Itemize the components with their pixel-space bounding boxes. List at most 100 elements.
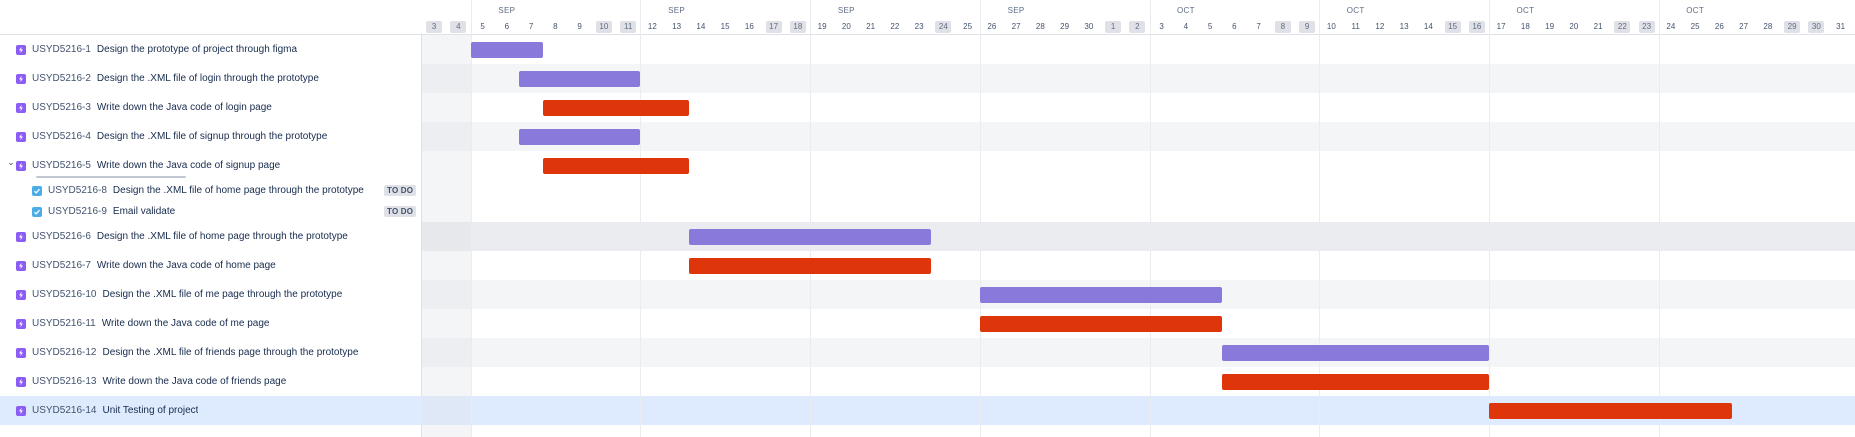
issue-key[interactable]: USYD5216-5 bbox=[32, 160, 91, 171]
epic-lightning-icon bbox=[16, 131, 26, 142]
schedule-bar-red[interactable] bbox=[1222, 373, 1489, 390]
issue-summary: Email validate bbox=[112, 206, 176, 217]
epic-lightning-icon bbox=[16, 102, 26, 113]
issue-summary: Design the .XML file of signup through t… bbox=[96, 131, 328, 142]
schedule-bar-red[interactable] bbox=[688, 257, 932, 274]
day-label: 2 bbox=[1129, 21, 1146, 33]
day-label: 24 bbox=[935, 21, 952, 33]
issue-row[interactable]: USYD5216-7 Write down the Java code of ho… bbox=[0, 251, 422, 280]
issue-summary: Write down the Java code of friends page bbox=[102, 376, 287, 387]
issue-key[interactable]: USYD5216-1 bbox=[32, 44, 91, 55]
issue-key[interactable]: USYD5216-2 bbox=[32, 73, 91, 84]
week-gridline bbox=[1319, 0, 1321, 437]
day-label: 4 bbox=[1183, 22, 1189, 31]
issue-key[interactable]: USYD5216-9 bbox=[48, 206, 107, 217]
day-label: 14 bbox=[696, 22, 706, 31]
day-label: 3 bbox=[426, 21, 443, 33]
epic-lightning-icon bbox=[16, 347, 26, 358]
schedule-bar-red[interactable] bbox=[543, 157, 689, 174]
day-label: 22 bbox=[890, 22, 900, 31]
status-badge[interactable]: TO DO bbox=[384, 185, 417, 196]
issue-row[interactable]: USYD5216-4 Design the .XML file of signup… bbox=[0, 122, 422, 151]
child-progress-bar bbox=[36, 176, 186, 178]
day-label: 7 bbox=[528, 22, 534, 31]
epic-lightning-icon bbox=[16, 160, 26, 171]
day-label: 13 bbox=[672, 22, 682, 31]
schedule-bar-purple[interactable] bbox=[519, 70, 641, 87]
day-label: 19 bbox=[1545, 22, 1555, 31]
issue-row[interactable]: USYD5216-14 Unit Testing of project bbox=[0, 396, 422, 425]
issue-key[interactable]: USYD5216-8 bbox=[48, 185, 107, 196]
week-gridline bbox=[810, 0, 811, 437]
issue-summary: Unit Testing of project bbox=[102, 405, 199, 416]
epic-lightning-icon bbox=[16, 376, 26, 387]
month-label: OCT bbox=[1686, 6, 1705, 15]
issue-list-panel: USYD5216-1 Design the prototype of projec… bbox=[0, 0, 422, 437]
issue-row[interactable]: USYD5216-6 Design the .XML file of home p… bbox=[0, 222, 422, 251]
month-label: SEP bbox=[837, 6, 855, 15]
issue-row[interactable]: USYD5216-11 Write down the Java code of m… bbox=[0, 309, 422, 338]
schedule-bar-purple[interactable] bbox=[979, 286, 1223, 303]
issue-summary: Write down the Java code of signup page bbox=[96, 160, 281, 171]
issue-row[interactable]: USYD5216-12 Design the .XML file of frien… bbox=[0, 338, 422, 367]
day-label: 11 bbox=[620, 21, 637, 33]
issue-summary: Design the .XML file of home page throug… bbox=[112, 185, 364, 196]
task-checkbox-icon bbox=[32, 206, 42, 217]
day-label: 5 bbox=[480, 22, 485, 31]
day-label: 16 bbox=[1468, 21, 1485, 33]
chevron-down-icon[interactable]: ⌄ bbox=[6, 157, 16, 168]
day-label: 29 bbox=[1784, 21, 1801, 33]
day-label: 25 bbox=[1690, 22, 1700, 31]
weekend-shade bbox=[422, 35, 471, 437]
issue-row[interactable]: USYD5216-3 Write down the Java code of lo… bbox=[0, 93, 422, 122]
month-label: SEP bbox=[668, 6, 686, 15]
day-label: 21 bbox=[866, 22, 876, 31]
month-label: OCT bbox=[1346, 6, 1365, 15]
day-label: 27 bbox=[1739, 22, 1749, 31]
day-label: 17 bbox=[1496, 22, 1506, 31]
day-label: 9 bbox=[577, 22, 582, 31]
issue-list-header bbox=[0, 0, 422, 35]
issue-key[interactable]: USYD5216-3 bbox=[32, 102, 91, 113]
issue-key[interactable]: USYD5216-13 bbox=[32, 376, 96, 387]
day-label: 29 bbox=[1060, 22, 1070, 31]
day-label: 7 bbox=[1256, 22, 1261, 31]
issue-row[interactable]: USYD5216-2 Design the .XML file of login … bbox=[0, 64, 422, 93]
header-divider bbox=[422, 34, 1855, 35]
schedule-bar-purple[interactable] bbox=[688, 228, 932, 245]
epic-lightning-icon bbox=[16, 44, 26, 55]
epic-lightning-icon bbox=[16, 405, 26, 416]
status-badge[interactable]: TO DO bbox=[384, 206, 417, 217]
issue-row[interactable]: USYD5216-13 Write down the Java code of f… bbox=[0, 367, 422, 396]
issue-key[interactable]: USYD5216-4 bbox=[32, 131, 91, 142]
issue-row[interactable]: USYD5216-1 Design the prototype of projec… bbox=[0, 35, 422, 64]
epic-lightning-icon bbox=[16, 231, 26, 242]
schedule-bar-purple[interactable] bbox=[519, 128, 641, 145]
day-label: 13 bbox=[1399, 22, 1409, 31]
issue-key[interactable]: USYD5216-7 bbox=[32, 260, 91, 271]
schedule-bar-red[interactable] bbox=[543, 99, 689, 116]
issue-row[interactable]: ⌄ USYD5216-5 Write down the Java code of s… bbox=[0, 151, 422, 180]
schedule-bar-red[interactable] bbox=[979, 315, 1223, 332]
child-issue-row[interactable]: USYD5216-8 Design the .XML file of home p… bbox=[0, 180, 422, 201]
day-label: 8 bbox=[1274, 21, 1291, 33]
day-label: 9 bbox=[1299, 21, 1316, 33]
day-label: 16 bbox=[744, 22, 754, 31]
child-issue-row[interactable]: USYD5216-9 Email validate TO DO bbox=[0, 201, 422, 222]
issue-key[interactable]: USYD5216-10 bbox=[32, 289, 96, 300]
day-label: 10 bbox=[1326, 22, 1336, 31]
schedule-bar-red[interactable] bbox=[1489, 402, 1732, 419]
day-label: 6 bbox=[1232, 22, 1237, 31]
issue-summary: Design the .XML file of friends page thr… bbox=[102, 347, 359, 358]
day-label: 18 bbox=[789, 21, 806, 33]
schedule-bar-purple[interactable] bbox=[470, 41, 544, 58]
month-label: OCT bbox=[1176, 6, 1195, 15]
issue-row[interactable]: USYD5216-10 Design the .XML file of me pa… bbox=[0, 280, 422, 309]
issue-summary: Write down the Java code of me page bbox=[101, 318, 270, 329]
issue-key[interactable]: USYD5216-12 bbox=[32, 347, 96, 358]
issue-key[interactable]: USYD5216-14 bbox=[32, 405, 96, 416]
schedule-bar-purple[interactable] bbox=[1222, 344, 1489, 361]
day-label: 3 bbox=[1159, 22, 1164, 31]
issue-key[interactable]: USYD5216-11 bbox=[32, 318, 96, 329]
issue-key[interactable]: USYD5216-6 bbox=[32, 231, 91, 242]
